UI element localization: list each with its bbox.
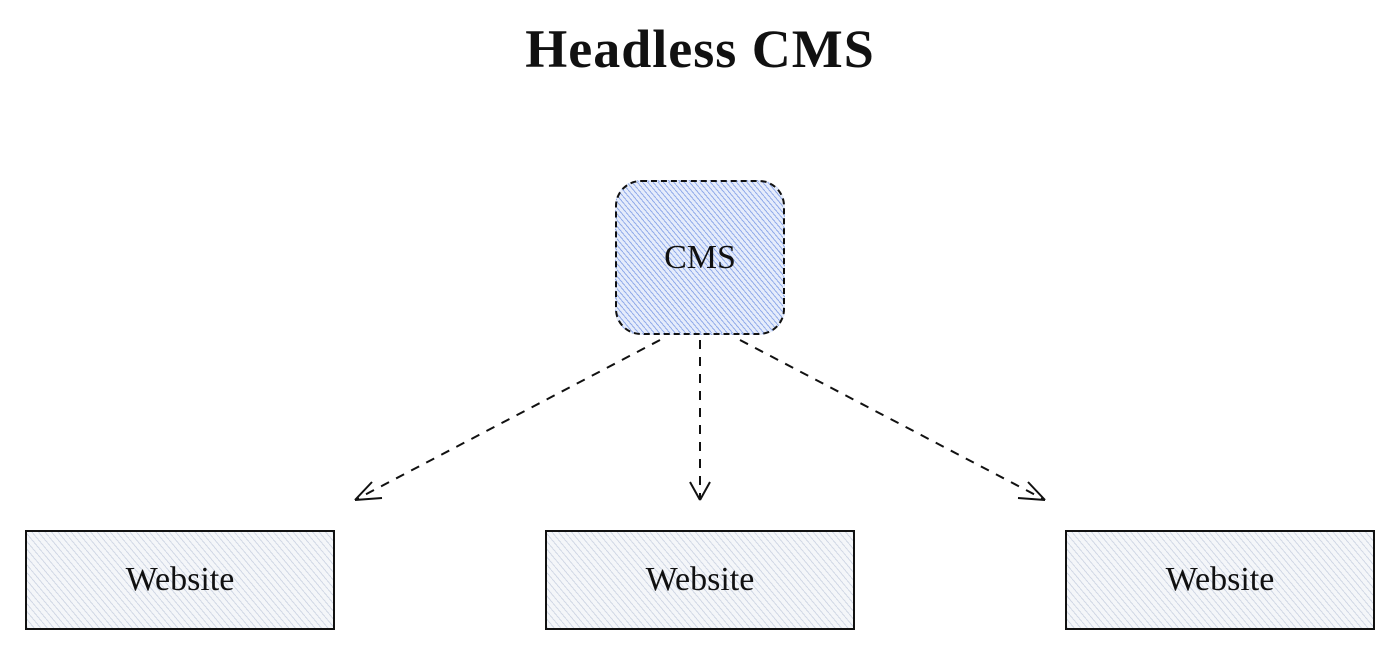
diagram-title: Headless CMS: [0, 18, 1400, 80]
website-node-1-label: Website: [126, 561, 235, 599]
arrow-cms-to-website-1: [355, 340, 660, 500]
arrow-cms-to-website-2: [690, 340, 710, 500]
website-node-1: Website: [25, 530, 335, 630]
cms-node-label: CMS: [664, 239, 736, 277]
website-node-2: Website: [545, 530, 855, 630]
website-node-3-label: Website: [1166, 561, 1275, 599]
website-node-3: Website: [1065, 530, 1375, 630]
website-node-2-label: Website: [646, 561, 755, 599]
arrow-cms-to-website-3: [740, 340, 1045, 500]
diagram-stage: Headless CMS CMS Website Website Website: [0, 0, 1400, 669]
cms-node: CMS: [615, 180, 785, 335]
